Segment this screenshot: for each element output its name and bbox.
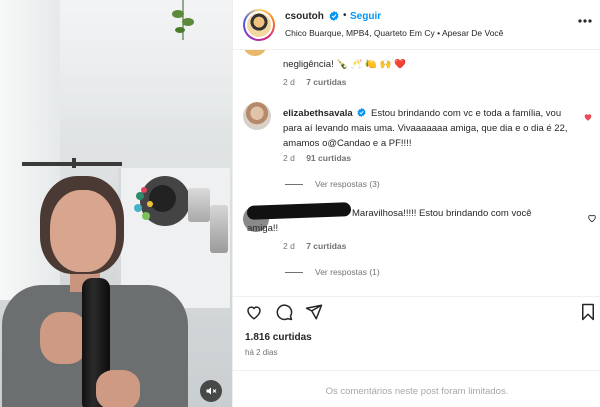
post-actions [233, 296, 600, 326]
media-shelf-bracket [72, 158, 76, 168]
comment-text: negligência! 🍾 🥂 🍋 🙌 ❤️ [283, 59, 407, 70]
post-header: csoutoh • Seguir Chico Buarque, MPB4, Qu… [233, 0, 600, 50]
comment-likes[interactable]: 91 curtidas [306, 153, 351, 163]
heart-icon[interactable] [587, 213, 597, 223]
comment-icon[interactable] [275, 303, 293, 321]
comment-body: Maravilhosa!!!!! Estou brindando com voc… [247, 206, 547, 236]
comment-body: elizabethsavala Estou brindando com vc e… [283, 106, 573, 151]
view-replies-label: Ver respostas (3) [315, 179, 380, 189]
heart-icon[interactable] [245, 303, 263, 321]
comment-age: 2 d [283, 241, 295, 251]
comment-text: Maravilhosa!!!!! Estou brindando com voc… [247, 208, 532, 234]
view-replies-label: Ver respostas (1) [315, 267, 380, 277]
follow-button[interactable]: Seguir [350, 11, 381, 22]
media-lamp [210, 205, 228, 253]
view-replies-button[interactable]: Ver respostas (3) [285, 179, 380, 189]
comments-list[interactable]: negligência! 🍾 🥂 🍋 🙌 ❤️ 2 d 7 curtidas e… [233, 50, 600, 296]
comment-avatar[interactable] [243, 50, 267, 56]
media-plant [172, 0, 194, 40]
comment-meta: 2 d 91 curtidas [283, 153, 351, 163]
verified-badge-icon [357, 108, 366, 117]
audio-muted-icon[interactable] [200, 380, 222, 402]
media-wall-art-dots [134, 187, 153, 220]
verified-badge-icon [329, 11, 339, 21]
author-avatar[interactable] [243, 9, 275, 41]
media-person-hand [96, 370, 140, 407]
bookmark-icon[interactable] [579, 303, 597, 321]
comment-likes[interactable]: 7 curtidas [306, 241, 346, 251]
likes-count[interactable]: 1.816 curtidas [245, 332, 312, 343]
share-icon[interactable] [305, 303, 323, 321]
comment-likes[interactable]: 7 curtidas [306, 77, 346, 87]
more-options-icon[interactable] [577, 16, 593, 26]
media-lamp [188, 188, 210, 222]
comment-age: 2 d [283, 77, 295, 87]
post-panel: csoutoh • Seguir Chico Buarque, MPB4, Qu… [232, 0, 600, 407]
replies-line [285, 184, 303, 186]
author-avatar-image [247, 13, 271, 37]
comment-username[interactable]: elizabethsavala [283, 108, 353, 119]
media-person-face [50, 190, 116, 272]
comment-age: 2 d [283, 153, 295, 163]
comment-meta: 2 d 7 curtidas [283, 241, 346, 251]
post-media[interactable] [0, 0, 232, 407]
header-separator: • [343, 10, 347, 21]
author-username[interactable]: csoutoh [285, 11, 324, 22]
comment-meta: 2 d 7 curtidas [283, 77, 346, 87]
comments-limited-notice: Os comentários neste post foram limitado… [233, 370, 600, 407]
comment-avatar[interactable] [243, 102, 271, 130]
view-replies-button[interactable]: Ver respostas (1) [285, 267, 380, 277]
post-date: há 2 dias [245, 348, 278, 357]
heart-icon[interactable] [583, 112, 593, 122]
media-person-hand [40, 312, 88, 364]
music-info[interactable]: Chico Buarque, MPB4, Quarteto Em Cy • Ap… [285, 28, 503, 38]
replies-line [285, 272, 303, 274]
